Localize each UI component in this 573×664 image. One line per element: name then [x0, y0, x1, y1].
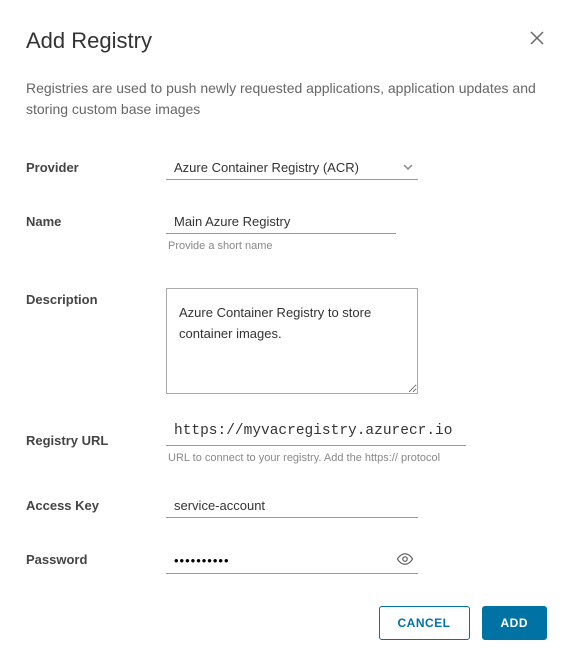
- chevron-down-icon: [402, 160, 414, 178]
- cancel-button[interactable]: CANCEL: [379, 606, 470, 640]
- description-textarea[interactable]: Azure Container Registry to store contai…: [166, 288, 418, 394]
- eye-icon: [396, 556, 414, 571]
- provider-value: Azure Container Registry (ACR): [166, 156, 418, 177]
- access-key-label: Access Key: [26, 494, 166, 513]
- name-input[interactable]: [166, 210, 396, 234]
- toggle-password-button[interactable]: [392, 548, 418, 573]
- name-helper: Provide a short name: [166, 240, 396, 252]
- password-label: Password: [26, 548, 166, 567]
- add-button[interactable]: ADD: [482, 606, 548, 640]
- description-label: Description: [26, 288, 166, 307]
- dialog-subtitle: Registries are used to push newly reques…: [26, 78, 547, 120]
- access-key-input[interactable]: [166, 494, 418, 518]
- provider-select[interactable]: Azure Container Registry (ACR): [166, 156, 418, 180]
- close-button[interactable]: [527, 28, 547, 51]
- provider-label: Provider: [26, 156, 166, 175]
- registry-url-helper: URL to connect to your registry. Add the…: [166, 452, 466, 464]
- close-icon: [529, 34, 545, 49]
- name-label: Name: [26, 210, 166, 229]
- registry-url-label: Registry URL: [26, 421, 166, 448]
- password-input[interactable]: [166, 549, 392, 572]
- registry-url-input[interactable]: https://myvacregistry.azurecr.io: [166, 421, 466, 446]
- dialog-title: Add Registry: [26, 28, 152, 54]
